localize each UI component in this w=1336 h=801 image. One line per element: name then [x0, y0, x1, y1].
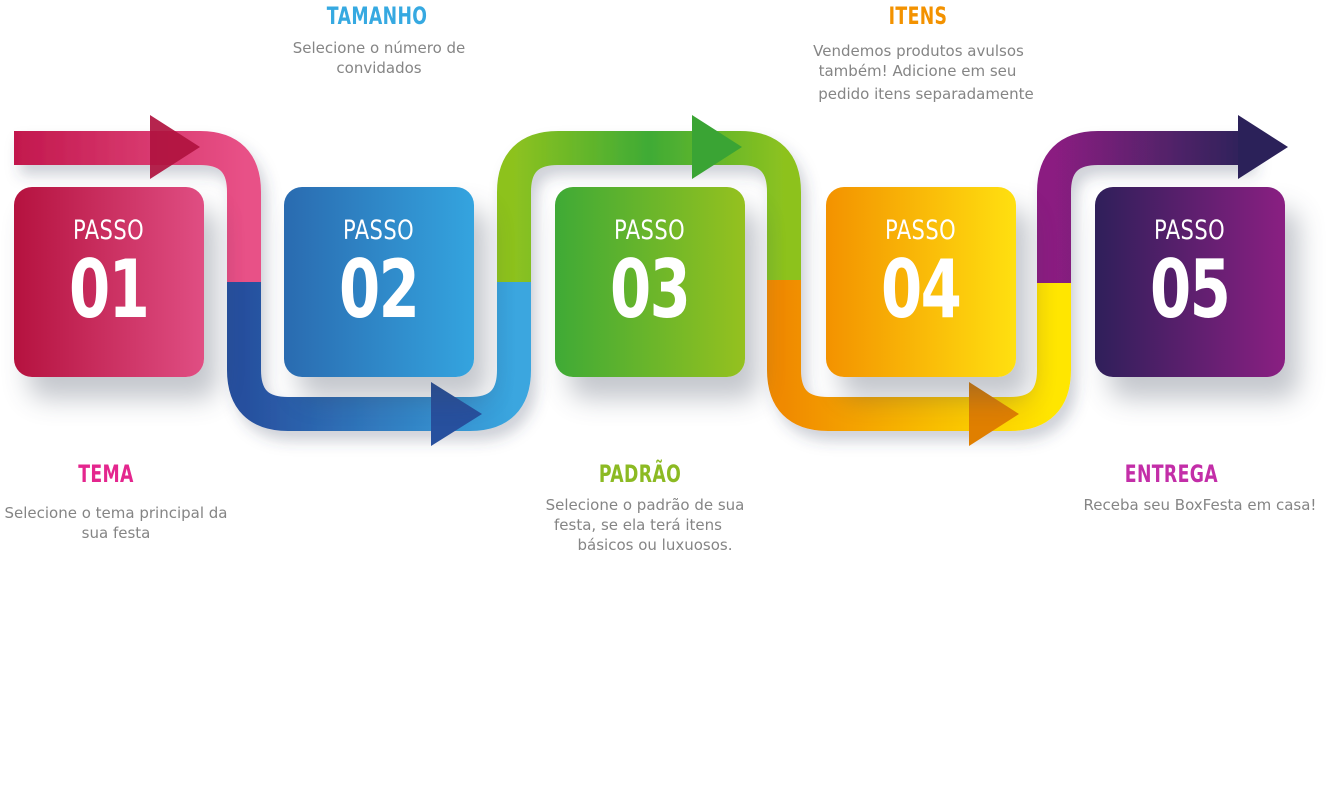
step-3-number: 03	[610, 243, 691, 336]
step-5-number: 05	[1150, 243, 1231, 336]
step-1-box: PASSO 01	[14, 187, 204, 377]
step-4-description: Vendemos produtos avulsos também! Adicio…	[806, 41, 1046, 104]
step-2-box: PASSO 02	[284, 187, 474, 377]
arrow-head-4	[969, 382, 1019, 446]
step-2-description: Selecione o número de convidados	[279, 38, 479, 78]
step-5-desc-line: Receba seu BoxFesta em casa!	[1083, 496, 1317, 514]
arrow-head-3	[692, 115, 742, 179]
step-5-title: ENTREGA	[1124, 460, 1219, 488]
step-4-desc-line: pedido itens separadamente	[818, 85, 1034, 103]
step-4-box: PASSO 04	[826, 187, 1016, 377]
flow-path	[14, 115, 1288, 446]
step-2-title: TAMANHO	[326, 2, 428, 30]
step-4-word: PASSO	[885, 215, 957, 246]
step-3-desc-line: festa, se ela terá itens	[554, 516, 722, 534]
arrow-head-1	[150, 115, 200, 179]
step-2-word: PASSO	[343, 215, 415, 246]
step-1-title: TEMA	[78, 460, 134, 488]
step-1-description: Selecione o tema principal da sua festa	[0, 503, 232, 543]
step-4-desc-line: também! Adicione em seu	[818, 62, 1017, 80]
step-2-number: 02	[339, 243, 420, 336]
step-5-box: PASSO 05	[1095, 187, 1285, 377]
step-4-title: ITENS	[888, 2, 948, 30]
step-4-desc-line: Vendemos produtos avulsos	[813, 42, 1024, 60]
arrow-head-2	[431, 382, 482, 446]
step-1-desc-line: sua festa	[81, 524, 151, 542]
step-5-description: Receba seu BoxFesta em casa!	[1078, 495, 1322, 515]
step-1-word: PASSO	[73, 215, 145, 246]
step-3-box: PASSO 03	[555, 187, 745, 377]
step-1-number: 01	[69, 243, 150, 336]
step-1-desc-line: Selecione o tema principal da	[4, 504, 228, 522]
step-2-desc-line: Selecione o número de	[292, 39, 466, 57]
step-2-desc-line: convidados	[336, 59, 422, 77]
step-3-desc-line: básicos ou luxuosos.	[577, 536, 733, 554]
step-4-number: 04	[881, 243, 962, 336]
step-3-description: Selecione o padrão de sua festa, se ela …	[540, 495, 750, 555]
step-3-desc-line: Selecione o padrão de sua	[545, 496, 745, 514]
step-3-word: PASSO	[614, 215, 686, 246]
arrow-head-5	[1238, 115, 1288, 179]
step-5-word: PASSO	[1154, 215, 1226, 246]
step-3-title: PADRÃO	[598, 460, 682, 488]
